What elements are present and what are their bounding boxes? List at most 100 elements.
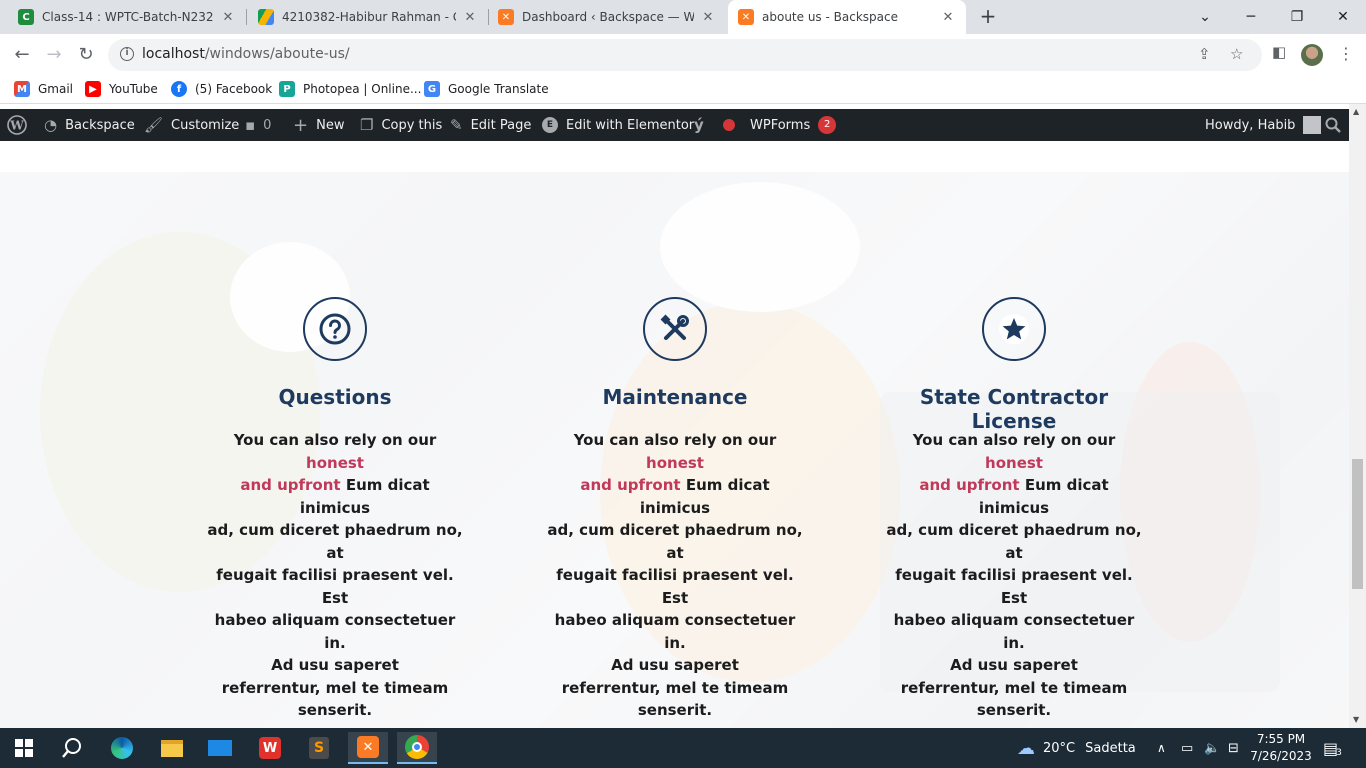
feature-description: You can also rely on our honest and upfr… bbox=[886, 431, 1142, 719]
mail-icon[interactable] bbox=[200, 732, 240, 764]
browser-tab[interactable]: ✕ Dashboard ‹ Backspace — WordP ✕ bbox=[488, 0, 726, 34]
wps-office-icon[interactable]: W bbox=[250, 732, 290, 764]
tab-divider bbox=[246, 9, 247, 25]
bookmarks-bar: M Gmail ▶ YouTube f (5) Facebook P Photo… bbox=[0, 76, 1366, 104]
tab-search-icon[interactable]: ⌄ bbox=[1182, 0, 1228, 34]
customize-link[interactable]: 🖌 Customize bbox=[144, 109, 239, 141]
sublime-text-icon[interactable]: S bbox=[299, 732, 339, 764]
feature-description: You can also rely on our honest and upfr… bbox=[547, 431, 803, 719]
yoast-logo-icon: ý bbox=[694, 116, 704, 134]
restore-button[interactable]: ❐ bbox=[1274, 0, 1320, 34]
share-icon[interactable]: ⇪ bbox=[1198, 45, 1211, 63]
tab-title: Dashboard ‹ Backspace — WordP bbox=[522, 10, 694, 24]
paintbrush-icon: 🖌 bbox=[144, 116, 164, 134]
comments-link[interactable]: ▪ 0 bbox=[245, 109, 271, 141]
bookmark-label: Gmail bbox=[38, 82, 74, 96]
wordpress-logo-icon[interactable]: W bbox=[7, 109, 27, 141]
weather-widget[interactable]: ☁ 20°C Sadetta bbox=[1017, 728, 1136, 768]
url-text[interactable]: localhost/windows/aboute-us/ bbox=[142, 46, 350, 62]
edit-with-elementor-link[interactable]: E Edit with Elementor bbox=[542, 109, 694, 141]
browser-tab[interactable]: C Class-14 : WPTC-Batch-N232-1 - ✕ bbox=[8, 0, 246, 34]
plus-icon: + bbox=[293, 114, 309, 136]
browser-menu-icon[interactable]: ⋮ bbox=[1338, 44, 1354, 63]
bookmark-facebook[interactable]: f (5) Facebook bbox=[171, 81, 272, 97]
search-icon[interactable] bbox=[1325, 109, 1341, 141]
new-label: New bbox=[316, 117, 345, 133]
scrollbar-thumb[interactable] bbox=[1352, 459, 1363, 589]
google-translate-icon: G bbox=[424, 81, 440, 97]
search-icon[interactable] bbox=[52, 732, 92, 764]
site-name-label: Backspace bbox=[65, 117, 135, 133]
bookmark-photopea[interactable]: P Photopea | Online... bbox=[279, 81, 421, 97]
battery-icon[interactable]: ▭ bbox=[1181, 728, 1193, 768]
gmail-icon: M bbox=[14, 81, 30, 97]
seo-status-dot[interactable] bbox=[723, 109, 735, 141]
red-status-dot-icon bbox=[723, 119, 735, 131]
file-explorer-icon[interactable] bbox=[152, 732, 192, 764]
edit-page-label: Edit Page bbox=[470, 117, 532, 133]
youtube-icon: ▶ bbox=[85, 81, 101, 97]
system-clock[interactable]: 7:55 PM 7/26/2023 bbox=[1246, 731, 1316, 765]
show-hidden-icons[interactable]: ∧ bbox=[1157, 728, 1166, 768]
feature-title: Maintenance bbox=[602, 385, 748, 409]
notification-center-icon[interactable]: ▤ 3 bbox=[1323, 728, 1342, 768]
forward-icon[interactable]: → bbox=[42, 43, 66, 67]
new-tab-button[interactable]: + bbox=[976, 5, 1000, 29]
bookmark-google-translate[interactable]: G Google Translate bbox=[424, 81, 549, 97]
close-tab-icon[interactable]: ✕ bbox=[220, 10, 236, 25]
chrome-icon[interactable] bbox=[397, 732, 437, 764]
close-window-button[interactable]: ✕ bbox=[1320, 0, 1366, 34]
bookmark-youtube[interactable]: ▶ YouTube bbox=[85, 81, 158, 97]
tab-title: Class-14 : WPTC-Batch-N232-1 - bbox=[42, 10, 214, 24]
back-icon[interactable]: ← bbox=[10, 43, 34, 67]
copy-label: Copy this bbox=[381, 117, 443, 133]
photopea-icon: P bbox=[279, 81, 295, 97]
svg-text:W: W bbox=[9, 119, 24, 133]
bookmark-gmail[interactable]: M Gmail bbox=[14, 81, 73, 97]
page-scrollbar[interactable]: ▲ ▼ bbox=[1349, 104, 1366, 728]
site-info-icon[interactable]: i bbox=[120, 47, 134, 61]
xampp-icon[interactable]: ✕ bbox=[348, 732, 388, 764]
scroll-up-icon[interactable]: ▲ bbox=[1353, 107, 1359, 116]
reload-icon[interactable]: ↻ bbox=[74, 43, 98, 67]
browser-tab[interactable]: 4210382-Habibur Rahman - Goo ✕ bbox=[248, 0, 488, 34]
profile-avatar[interactable] bbox=[1301, 44, 1323, 66]
edge-icon[interactable] bbox=[102, 732, 142, 764]
yoast-seo-icon[interactable]: ý bbox=[694, 109, 712, 141]
address-bar[interactable]: i localhost/windows/aboute-us/ ⇪ ☆ bbox=[108, 39, 1262, 71]
bookmark-label: YouTube bbox=[109, 82, 158, 96]
copy-icon: ❐ bbox=[360, 116, 374, 134]
star-icon bbox=[982, 297, 1046, 361]
feature-title: Questions bbox=[278, 385, 392, 409]
chevron-up-icon: ∧ bbox=[1157, 741, 1166, 755]
copy-this-link[interactable]: ❐ Copy this bbox=[360, 109, 442, 141]
site-name-menu[interactable]: ◔ Backspace bbox=[44, 109, 135, 141]
close-tab-icon[interactable]: ✕ bbox=[940, 10, 956, 25]
windows-start-icon[interactable] bbox=[4, 732, 44, 764]
close-tab-icon[interactable]: ✕ bbox=[700, 10, 716, 25]
bookmark-star-icon[interactable]: ☆ bbox=[1230, 45, 1243, 63]
new-content-menu[interactable]: + New bbox=[293, 109, 344, 141]
feature-title: State Contractor License bbox=[919, 385, 1109, 433]
network-icon[interactable]: ⊟ bbox=[1228, 728, 1239, 768]
edit-page-link[interactable]: ✎ Edit Page bbox=[450, 109, 531, 141]
wpforms-count-badge: 2 bbox=[818, 116, 837, 134]
features-section: Questions You can also rely on our hones… bbox=[0, 172, 1349, 728]
classroom-icon: C bbox=[18, 9, 34, 25]
wp-admin-bar: W ◔ Backspace 🖌 Customize ▪ 0 + New ❐ Co… bbox=[0, 109, 1349, 141]
browser-tab-strip: C Class-14 : WPTC-Batch-N232-1 - ✕ 42103… bbox=[0, 0, 1366, 34]
close-tab-icon[interactable]: ✕ bbox=[462, 10, 478, 25]
scroll-down-icon[interactable]: ▼ bbox=[1353, 715, 1359, 724]
weather-temperature: 20°C bbox=[1043, 740, 1076, 756]
wpforms-menu[interactable]: WPForms 2 bbox=[750, 109, 837, 141]
volume-icon[interactable]: 🔈 bbox=[1204, 728, 1220, 768]
minimize-button[interactable]: ─ bbox=[1228, 0, 1274, 34]
feature-description: You can also rely on our honest and upfr… bbox=[207, 431, 463, 719]
browser-toolbar: ← → ↻ i localhost/windows/aboute-us/ ⇪ ☆… bbox=[0, 34, 1366, 76]
side-panel-icon[interactable]: ◧ bbox=[1272, 43, 1286, 61]
browser-tab-active[interactable]: ✕ aboute us - Backspace ✕ bbox=[728, 0, 966, 34]
bookmark-label: Photopea | Online... bbox=[303, 82, 422, 96]
customize-label: Customize bbox=[171, 117, 240, 133]
bookmark-label: Google Translate bbox=[448, 82, 549, 96]
my-account-menu[interactable]: Howdy, Habib bbox=[1205, 109, 1322, 141]
